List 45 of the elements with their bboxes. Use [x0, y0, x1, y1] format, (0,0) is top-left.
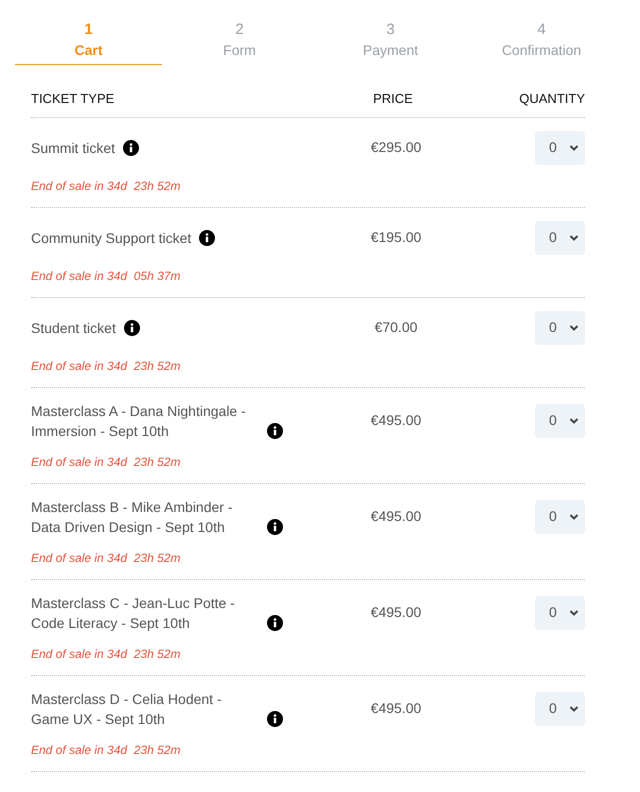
- info-icon[interactable]: [267, 518, 283, 534]
- quantity-select[interactable]: 0: [535, 596, 585, 630]
- ticket-price: €495.00: [370, 411, 422, 430]
- chevron-icon: [569, 416, 579, 424]
- column-header: TICKET TYPE: [31, 90, 116, 108]
- ticket-price: €70.00: [374, 318, 418, 337]
- chevron-icon: [569, 608, 579, 616]
- ticket-price: €295.00: [370, 138, 422, 157]
- chevron-icon: [569, 512, 579, 520]
- ticket-name: Masterclass A - Dana Nightingale - Immersion - Sept 10th: [31, 402, 247, 440]
- info-icon[interactable]: [124, 320, 140, 336]
- quantity-select[interactable]: 0: [535, 310, 585, 344]
- sale-countdown: End of sale in 34d 23h 52m: [31, 178, 182, 194]
- ticket-price: €495.00: [370, 507, 422, 526]
- quantity-select[interactable]: 0: [535, 220, 585, 254]
- quantity-select[interactable]: 0: [535, 130, 585, 164]
- info-icon[interactable]: [267, 710, 283, 726]
- chevron-icon: [569, 144, 579, 152]
- sale-countdown: End of sale in 34d 23h 52m: [31, 550, 182, 566]
- info-icon[interactable]: [267, 614, 283, 630]
- chevron-icon: [569, 704, 579, 712]
- chevron-icon: [569, 324, 579, 332]
- quantity-select[interactable]: 0: [535, 692, 585, 726]
- ticket-name: Summit ticket: [31, 138, 116, 158]
- quantity-select[interactable]: 0: [535, 404, 585, 438]
- quantity-select[interactable]: 0: [535, 500, 585, 534]
- ticket-name: Community Support ticket: [31, 228, 192, 248]
- ticket-name: Masterclass C - Jean-Luc Potte - Code Literacy - Sept 10th: [31, 594, 236, 632]
- sale-countdown: End of sale in 34d 23h 52m: [31, 742, 182, 758]
- sale-countdown: End of sale in 34d 23h 52m: [31, 358, 182, 374]
- ticket-price: €195.00: [370, 228, 422, 247]
- ticket-name: Student ticket: [31, 318, 116, 338]
- ticket-price: €495.00: [370, 699, 422, 718]
- column-header: PRICE: [372, 90, 414, 108]
- ticket-price: €495.00: [370, 603, 422, 622]
- ticket-name: Masterclass D - Celia Hodent - Game UX - Sept 10th: [31, 690, 223, 728]
- chevron-icon: [569, 234, 579, 242]
- sale-countdown: End of sale in 34d 23h 52m: [31, 454, 182, 470]
- column-header: QUANTITY: [518, 90, 585, 108]
- ticket-name: Masterclass B - Mike Ambinder - Data Driven Design - Sept 10th: [31, 498, 234, 536]
- info-icon[interactable]: [199, 230, 216, 246]
- info-icon[interactable]: [123, 140, 140, 156]
- sale-countdown: End of sale in 34d 05h 37m: [31, 268, 182, 284]
- info-icon[interactable]: [267, 422, 283, 438]
- sale-countdown: End of sale in 34d 23h 52m: [31, 646, 182, 662]
